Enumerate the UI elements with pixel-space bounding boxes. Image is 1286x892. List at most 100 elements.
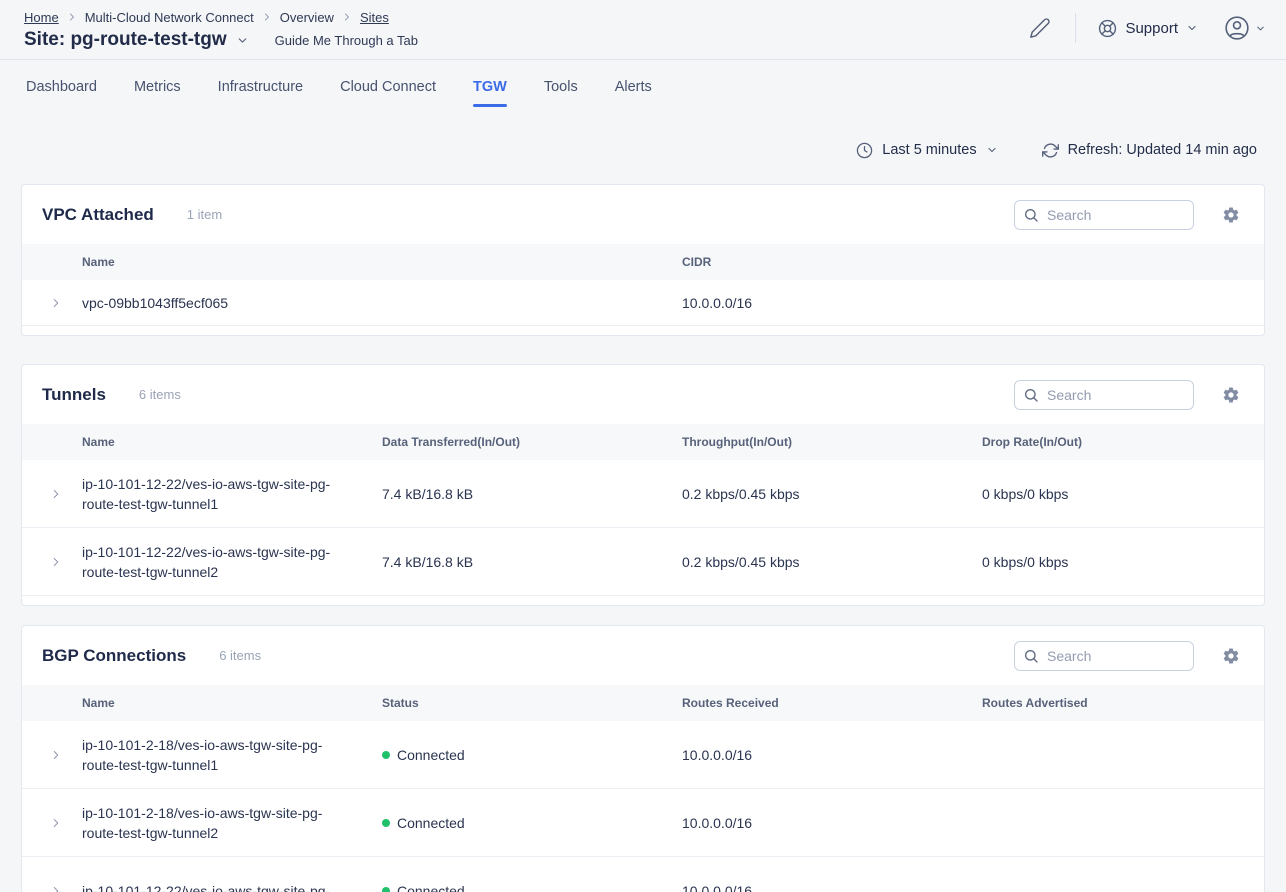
card-padding [22,596,1264,605]
table-row: ip-10-101-12-22/ves-io-aws-tgw-site-pg-r… [22,460,1264,528]
tunnel-name: ip-10-101-12-22/ves-io-aws-tgw-site-pg-r… [82,474,382,514]
clock-icon [856,142,873,159]
card-title: Tunnels [42,385,106,405]
time-range-label: Last 5 minutes [882,142,976,158]
column-header-name: Name [82,252,682,272]
card-title: BGP Connections [42,646,186,666]
bgp-name: ip-10-101-2-18/ves-io-aws-tgw-site-pg-ro… [82,803,382,843]
table-row: ip-10-101-12-22/ves-io-aws-tgw-site-pg-r… [22,528,1264,596]
search-icon [1023,648,1039,664]
expand-row-icon[interactable] [49,816,63,830]
avatar-icon [1224,15,1250,41]
column-header-name: Name [82,693,382,713]
refresh-icon [1042,142,1059,159]
brush-edit-icon[interactable] [1029,17,1051,39]
tunnels-card: Tunnels 6 items Name Data Transferred(In… [21,364,1265,606]
refresh-control[interactable]: Refresh: Updated 14 min ago [1042,142,1257,159]
tab-tools[interactable]: Tools [544,60,578,114]
bgp-status: Connected [382,745,682,765]
guide-me-link[interactable]: Guide Me Through a Tab [275,33,418,48]
card-actions [1014,200,1240,230]
gear-icon[interactable] [1222,206,1240,224]
search-input[interactable] [1014,641,1194,671]
search-input[interactable] [1014,380,1194,410]
search-box [1014,200,1194,230]
user-menu[interactable] [1224,15,1266,41]
search-box [1014,641,1194,671]
chevron-right-icon [261,11,273,23]
refresh-status-label: Refresh: Updated 14 min ago [1068,142,1257,158]
breadcrumb-home[interactable]: Home [24,10,59,25]
vpc-name: vpc-09bb1043ff5ecf065 [82,293,682,313]
tab-alerts[interactable]: Alerts [615,60,652,114]
chevron-down-icon [1255,23,1266,34]
vpc-cidr: 10.0.0.0/16 [682,293,1264,313]
expand-row-icon[interactable] [49,296,63,310]
column-header-name: Name [82,432,382,452]
card-padding [22,326,1264,335]
status-label: Connected [397,881,465,892]
column-header-throughput: Throughput(In/Out) [682,432,982,452]
gear-icon[interactable] [1222,386,1240,404]
status-label: Connected [397,745,465,765]
column-header-cidr: CIDR [682,252,1264,272]
column-header-data-transferred: Data Transferred(In/Out) [382,432,682,452]
page: Home Multi-Cloud Network Connect Overvie… [0,0,1286,892]
chevron-right-icon [341,11,353,23]
vpc-attached-card: VPC Attached 1 item Name CIDR vpc-09bb10… [21,184,1265,336]
bgp-connections-card: BGP Connections 6 items Name Status Rout… [21,625,1265,892]
card-header: Tunnels 6 items [22,365,1264,424]
card-header: VPC Attached 1 item [22,185,1264,244]
card-actions [1014,380,1240,410]
status-dot-icon [382,819,390,827]
breadcrumb-mcn-connect: Multi-Cloud Network Connect [85,10,254,25]
site-title-dropdown[interactable]: Site: pg-route-test-tgw [24,29,249,51]
table-header-row: Name Data Transferred(In/Out) Throughput… [22,424,1264,460]
table-row: ip-10-101-12-22/ves-io-aws-tgw-site-pg- … [22,857,1264,892]
tunnel-data-transferred: 7.4 kB/16.8 kB [382,552,682,572]
bgp-routes-received: 10.0.0.0/16 [682,813,982,833]
tunnel-throughput: 0.2 kbps/0.45 kbps [682,552,982,572]
column-header-routes-received: Routes Received [682,693,982,713]
chevron-down-icon [986,144,998,156]
time-range-selector[interactable]: Last 5 minutes [856,142,997,159]
table-row: ip-10-101-2-18/ves-io-aws-tgw-site-pg-ro… [22,721,1264,789]
column-header-routes-advertised: Routes Advertised [982,693,1264,713]
bgp-name: ip-10-101-12-22/ves-io-aws-tgw-site-pg- [82,881,382,892]
bgp-name: ip-10-101-2-18/ves-io-aws-tgw-site-pg-ro… [82,735,382,775]
expand-row-icon[interactable] [49,748,63,762]
tab-bar: Dashboard Metrics Infrastructure Cloud C… [0,60,1286,114]
item-count: 6 items [139,387,181,402]
breadcrumb-sites[interactable]: Sites [360,10,389,25]
tab-dashboard[interactable]: Dashboard [26,60,97,114]
expand-row-icon[interactable] [49,555,63,569]
column-header-drop-rate: Drop Rate(In/Out) [982,432,1264,452]
tunnel-throughput: 0.2 kbps/0.45 kbps [682,484,982,504]
tunnel-data-transferred: 7.4 kB/16.8 kB [382,484,682,504]
tunnel-drop-rate: 0 kbps/0 kbps [982,552,1264,572]
card-actions [1014,641,1240,671]
status-label: Connected [397,813,465,833]
divider [1075,13,1076,43]
tab-metrics[interactable]: Metrics [134,60,181,114]
search-input[interactable] [1014,200,1194,230]
top-header: Home Multi-Cloud Network Connect Overvie… [0,0,1286,60]
chevron-right-icon [66,11,78,23]
table-header-row: Name CIDR [22,244,1264,280]
column-header-status: Status [382,693,682,713]
bgp-status: Connected [382,813,682,833]
breadcrumb-overview: Overview [280,10,334,25]
table-row: ip-10-101-2-18/ves-io-aws-tgw-site-pg-ro… [22,789,1264,857]
tab-cloud-connect[interactable]: Cloud Connect [340,60,436,114]
tunnel-drop-rate: 0 kbps/0 kbps [982,484,1264,504]
item-count: 6 items [219,648,261,663]
expand-row-icon[interactable] [49,884,63,892]
table-row: vpc-09bb1043ff5ecf065 10.0.0.0/16 [22,280,1264,326]
gear-icon[interactable] [1222,647,1240,665]
search-box [1014,380,1194,410]
tab-infrastructure[interactable]: Infrastructure [218,60,303,114]
tab-tgw[interactable]: TGW [473,60,507,114]
expand-row-icon[interactable] [49,487,63,501]
support-menu[interactable]: Support [1098,19,1198,38]
search-icon [1023,387,1039,403]
